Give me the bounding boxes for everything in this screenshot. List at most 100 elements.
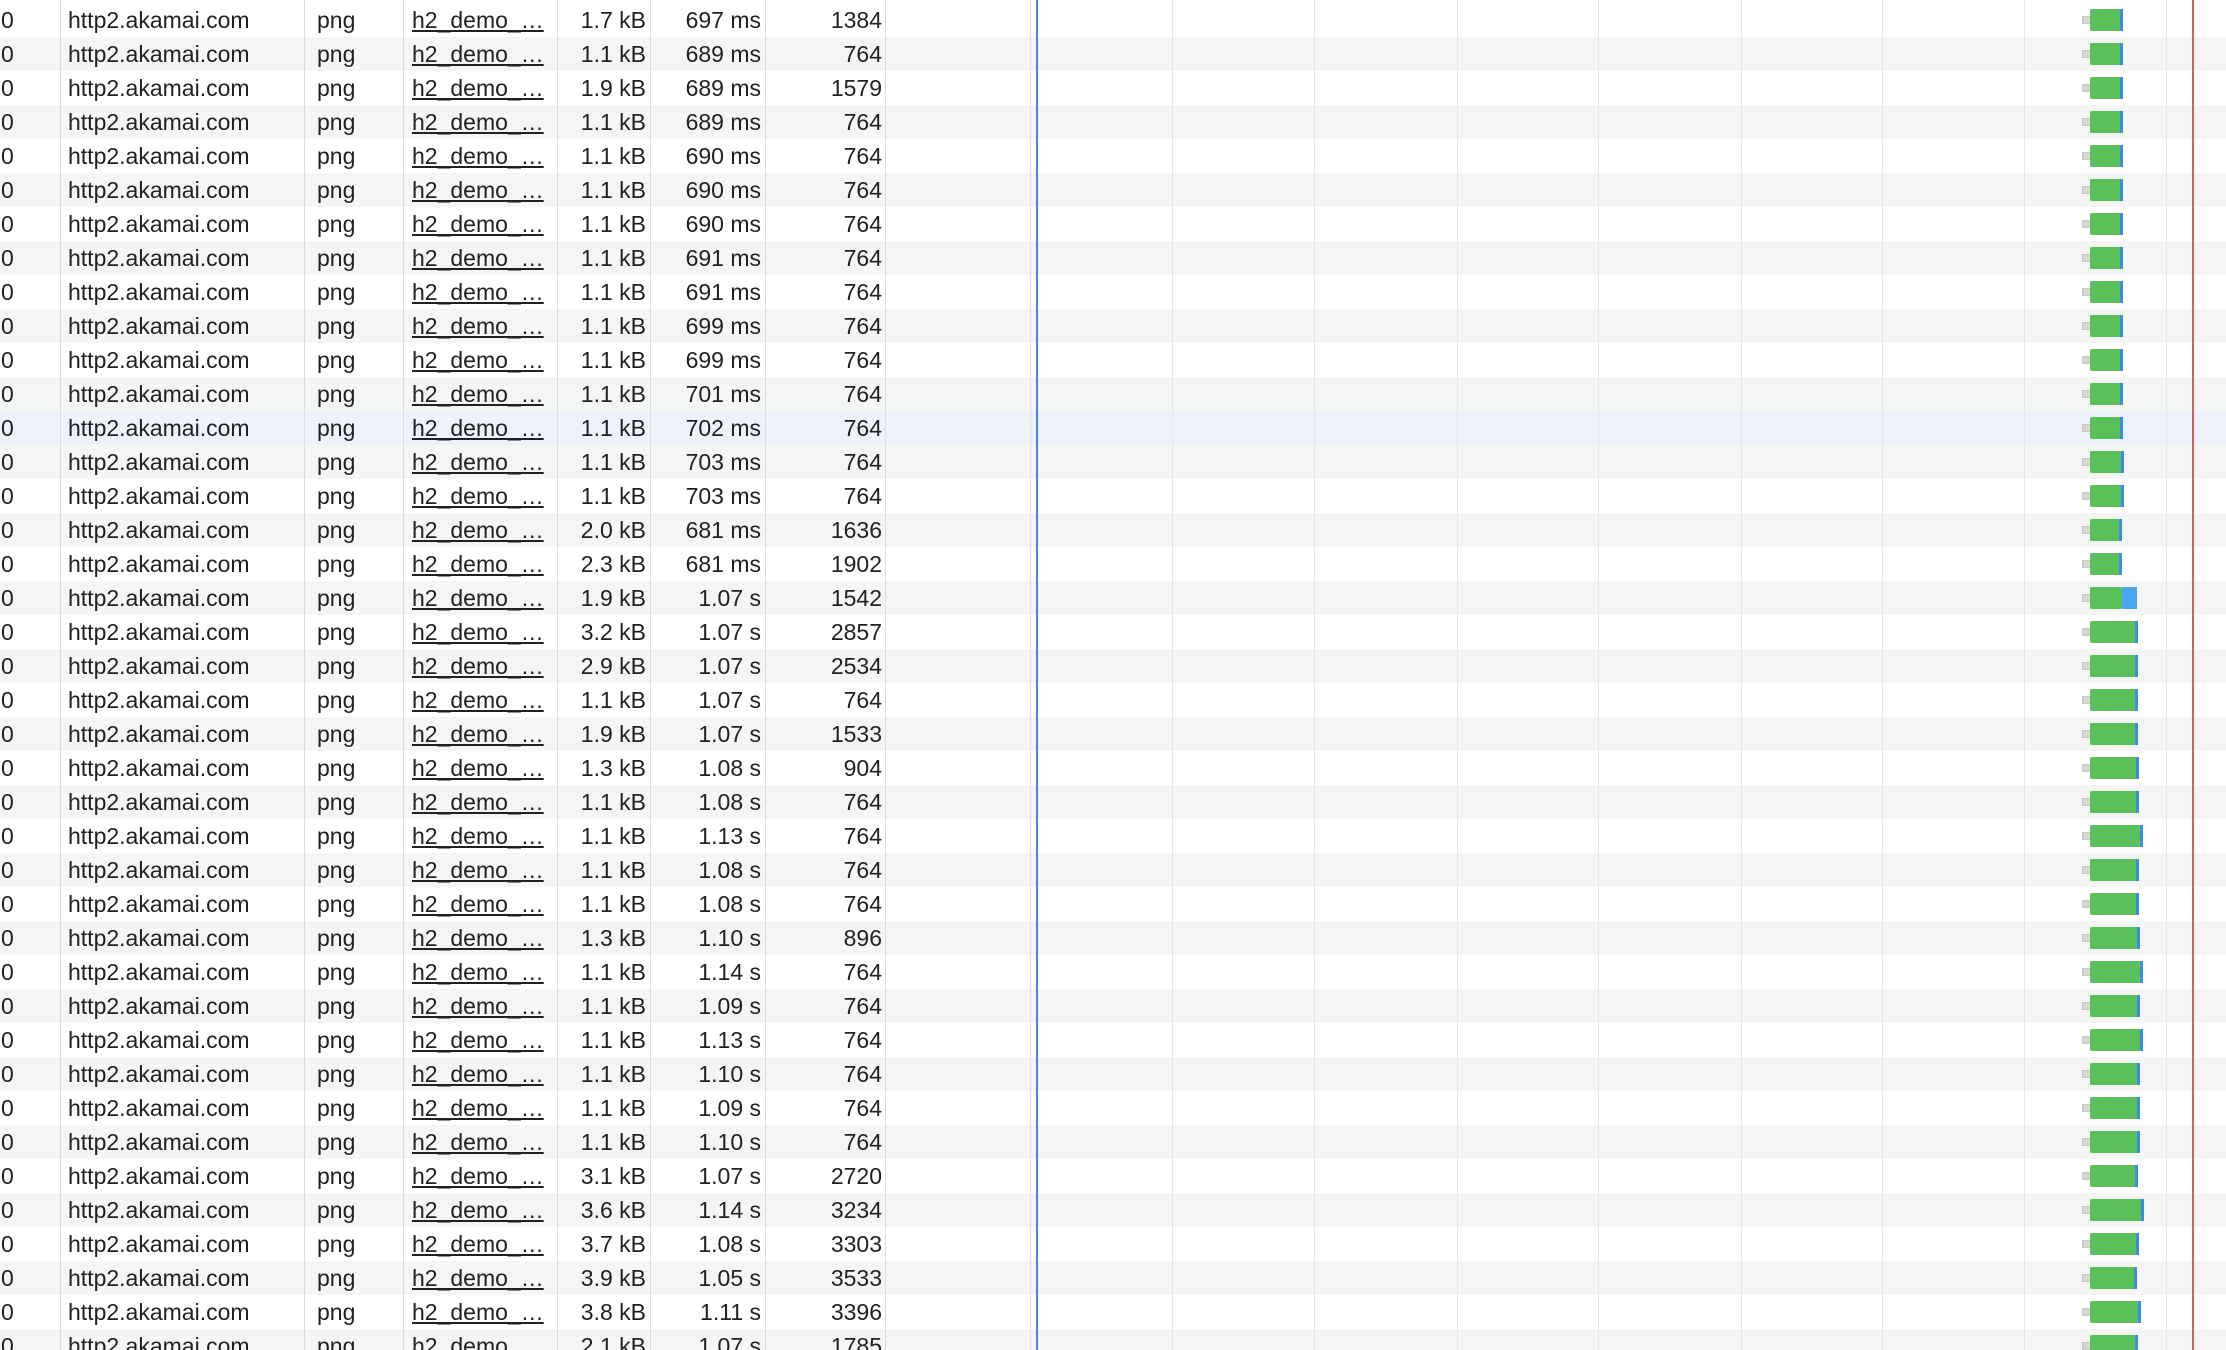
table-row[interactable]: 0 http2.akamai.com png h2_demo_… 1.1 kB 689 m… (0, 37, 2226, 71)
waterfall-timing-bar[interactable] (2090, 553, 2121, 575)
waterfall-timing-bar[interactable] (2090, 349, 2122, 371)
table-row[interactable]: 0 http2.akamai.com png h2_demo_… 1.1 kB 701 m… (0, 377, 2226, 411)
waterfall-timing-bar[interactable] (2090, 723, 2138, 745)
waterfall-timing-bar[interactable] (2090, 111, 2122, 133)
file-link[interactable]: h2_demo_… (412, 955, 557, 989)
column-divider[interactable] (403, 0, 404, 1350)
column-divider[interactable] (557, 0, 558, 1350)
file-link[interactable]: h2_demo_… (412, 37, 557, 71)
waterfall-timing-bar[interactable] (2090, 893, 2138, 915)
table-row[interactable]: 0 http2.akamai.com png h2_demo_… 3.6 kB 1.14 … (0, 1193, 2226, 1227)
file-link[interactable]: h2_demo_… (412, 989, 557, 1023)
waterfall-timing-bar[interactable] (2090, 621, 2138, 643)
waterfall-timing-bar[interactable] (2090, 655, 2138, 677)
file-link[interactable]: h2_demo_… (412, 411, 557, 445)
file-link[interactable]: h2_demo_… (412, 309, 557, 343)
table-row[interactable]: 0 http2.akamai.com png h2_demo_… 1.1 kB 1.10 … (0, 1125, 2226, 1159)
file-link[interactable]: h2_demo_… (412, 207, 557, 241)
table-row[interactable]: 0 http2.akamai.com png h2_demo_… 1.1 kB 1.08 … (0, 887, 2226, 921)
waterfall-timing-bar[interactable] (2090, 1267, 2136, 1289)
table-row[interactable]: 0 http2.akamai.com png h2_demo_… 2.1 kB 1.07 … (0, 1329, 2226, 1350)
table-row[interactable]: 0 http2.akamai.com png h2_demo_… 2.0 kB 681 m… (0, 513, 2226, 547)
file-link[interactable]: h2_demo_… (412, 479, 557, 513)
table-row[interactable]: 0 http2.akamai.com png h2_demo_… 1.1 kB 1.10 … (0, 1057, 2226, 1091)
file-link[interactable]: h2_demo_… (412, 1023, 557, 1057)
table-row[interactable]: 0 http2.akamai.com png h2_demo_… 1.1 kB 690 m… (0, 173, 2226, 207)
waterfall-timing-bar[interactable] (2090, 689, 2138, 711)
file-link[interactable]: h2_demo_… (412, 547, 557, 581)
file-link[interactable]: h2_demo_… (412, 139, 557, 173)
waterfall-timing-bar[interactable] (2090, 1063, 2140, 1085)
waterfall-timing-bar[interactable] (2090, 383, 2122, 405)
waterfall-timing-bar[interactable] (2090, 417, 2123, 439)
table-row[interactable]: 0 http2.akamai.com png h2_demo_… 1.1 kB 689 m… (0, 105, 2226, 139)
file-link[interactable]: h2_demo_… (412, 751, 557, 785)
waterfall-timing-bar[interactable] (2090, 859, 2138, 881)
file-link[interactable]: h2_demo_… (412, 921, 557, 955)
waterfall-timing-bar[interactable] (2090, 1131, 2140, 1153)
table-row[interactable]: 0 http2.akamai.com png h2_demo_… 1.1 kB 1.08 … (0, 853, 2226, 887)
waterfall-timing-bar[interactable] (2090, 485, 2123, 507)
file-link[interactable]: h2_demo_… (412, 71, 557, 105)
table-row[interactable]: 0 http2.akamai.com png h2_demo_… 1.1 kB 703 m… (0, 479, 2226, 513)
file-link[interactable]: h2_demo_… (412, 241, 557, 275)
file-link[interactable]: h2_demo_… (412, 717, 557, 751)
waterfall-timing-bar[interactable] (2090, 281, 2122, 303)
table-row[interactable]: 0 http2.akamai.com png h2_demo_… 1.1 kB 703 m… (0, 445, 2226, 479)
file-link[interactable]: h2_demo_… (412, 1193, 557, 1227)
file-link[interactable]: h2_demo_… (412, 173, 557, 207)
table-row[interactable]: 0 http2.akamai.com png h2_demo_… 1.1 kB 699 m… (0, 309, 2226, 343)
file-link[interactable]: h2_demo_… (412, 445, 557, 479)
column-divider[interactable] (885, 0, 886, 1350)
file-link[interactable]: h2_demo_… (412, 1091, 557, 1125)
table-row[interactable]: 0 http2.akamai.com png h2_demo_… 3.1 kB 1.07 … (0, 1159, 2226, 1193)
waterfall-timing-bar[interactable] (2090, 247, 2122, 269)
file-link[interactable]: h2_demo_… (412, 275, 557, 309)
table-row[interactable]: 0 http2.akamai.com png h2_demo_… 2.3 kB 681 m… (0, 547, 2226, 581)
table-row[interactable]: 0 http2.akamai.com png h2_demo_… 1.3 kB 1.08 … (0, 751, 2226, 785)
waterfall-timing-bar[interactable] (2090, 451, 2123, 473)
waterfall-timing-bar[interactable] (2090, 1029, 2143, 1051)
table-row[interactable]: 0 http2.akamai.com png h2_demo_… 1.7 kB 697 m… (0, 3, 2226, 37)
file-link[interactable]: h2_demo_… (412, 1329, 557, 1350)
table-row[interactable]: 0 http2.akamai.com png h2_demo_… 2.9 kB 1.07 … (0, 649, 2226, 683)
waterfall-timing-bar[interactable] (2090, 587, 2122, 609)
file-link[interactable]: h2_demo_… (412, 105, 557, 139)
table-row[interactable]: 0 http2.akamai.com png h2_demo_… 1.1 kB 690 m… (0, 139, 2226, 173)
table-row[interactable]: 0 http2.akamai.com png h2_demo_… 1.1 kB 699 m… (0, 343, 2226, 377)
waterfall-timing-bar[interactable] (2090, 1165, 2138, 1187)
file-link[interactable]: h2_demo_… (412, 853, 557, 887)
table-row[interactable]: 0 http2.akamai.com png h2_demo_… 1.1 kB 1.14 … (0, 955, 2226, 989)
table-row[interactable]: 0 http2.akamai.com png h2_demo_… 1.9 kB 1.07 … (0, 581, 2226, 615)
file-link[interactable]: h2_demo_… (412, 649, 557, 683)
file-link[interactable]: h2_demo_… (412, 615, 557, 649)
table-row[interactable]: 0 http2.akamai.com png h2_demo_… 1.1 kB 691 m… (0, 275, 2226, 309)
file-link[interactable]: h2_demo_… (412, 683, 557, 717)
file-link[interactable]: h2_demo_… (412, 581, 557, 615)
waterfall-timing-bar[interactable] (2090, 315, 2122, 337)
file-link[interactable]: h2_demo_… (412, 513, 557, 547)
table-row[interactable]: 0 http2.akamai.com png h2_demo_… 1.9 kB 1.07 … (0, 717, 2226, 751)
file-link[interactable]: h2_demo_… (412, 1125, 557, 1159)
waterfall-timing-bar[interactable] (2090, 791, 2138, 813)
column-divider[interactable] (304, 0, 305, 1350)
table-row[interactable]: 0 http2.akamai.com png h2_demo_… 1.1 kB 691 m… (0, 241, 2226, 275)
waterfall-timing-bar[interactable] (2090, 145, 2122, 167)
file-link[interactable]: h2_demo_… (412, 3, 557, 37)
column-divider[interactable] (765, 0, 766, 1350)
waterfall-timing-bar[interactable] (2090, 9, 2122, 31)
file-link[interactable]: h2_demo_… (412, 343, 557, 377)
waterfall-timing-bar[interactable] (2090, 43, 2122, 65)
waterfall-timing-bar[interactable] (2090, 519, 2121, 541)
file-link[interactable]: h2_demo_… (412, 1159, 557, 1193)
file-link[interactable]: h2_demo_… (412, 377, 557, 411)
table-row[interactable]: 0 http2.akamai.com png h2_demo_… 1.1 kB 1.13 … (0, 1023, 2226, 1057)
file-link[interactable]: h2_demo_… (412, 1261, 557, 1295)
waterfall-timing-bar[interactable] (2090, 1097, 2139, 1119)
table-row[interactable]: 0 http2.akamai.com png h2_demo_… 3.7 kB 1.08 … (0, 1227, 2226, 1261)
file-link[interactable]: h2_demo_… (412, 1227, 557, 1261)
waterfall-timing-bar[interactable] (2090, 1233, 2138, 1255)
waterfall-timing-bar[interactable] (2090, 995, 2139, 1017)
table-row[interactable]: 0 http2.akamai.com png h2_demo_… 1.1 kB 702 m… (0, 411, 2226, 445)
file-link[interactable]: h2_demo_… (412, 1057, 557, 1091)
